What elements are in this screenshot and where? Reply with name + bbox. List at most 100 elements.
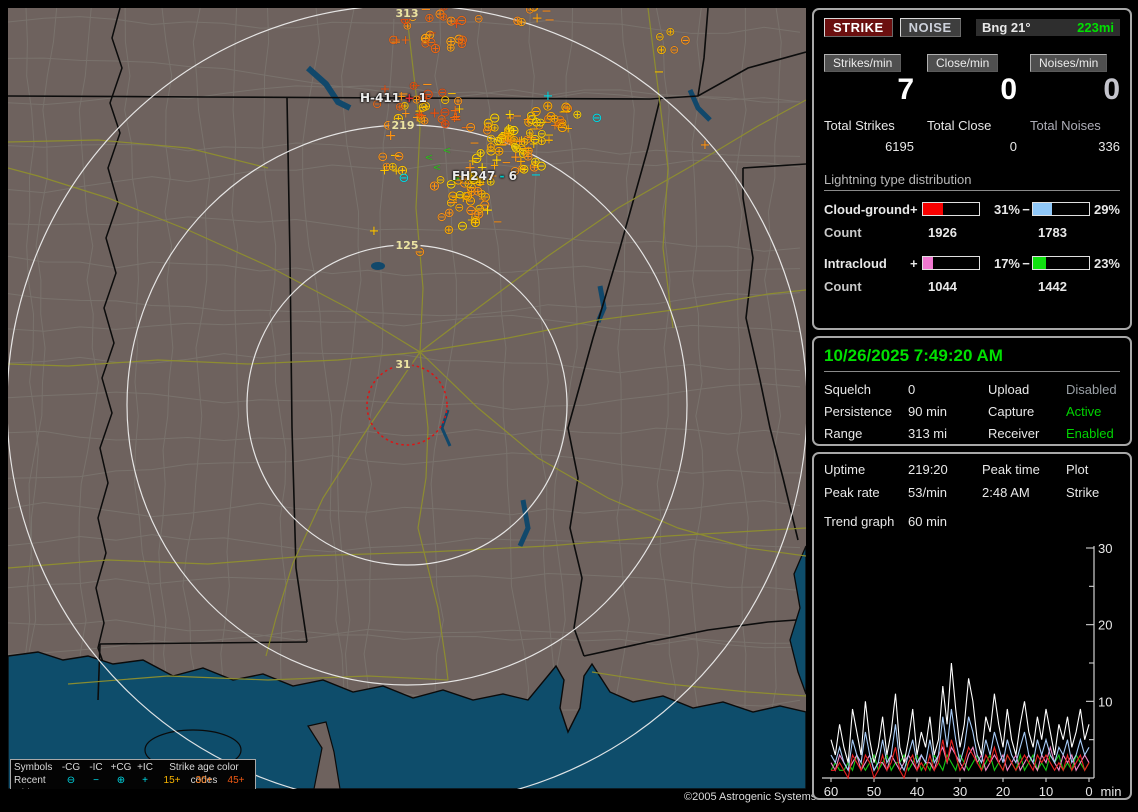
cg-strike-icon: ⊕	[439, 116, 451, 132]
receiver-label: Receiver	[988, 426, 1040, 441]
info-panel: Uptime 219:20 Peak time Plot Peak rate 5…	[812, 452, 1132, 800]
close-per-min-chip: Close/min	[927, 54, 999, 72]
noise-icon: <	[424, 152, 434, 164]
noises-per-min-value: 0	[1103, 73, 1120, 106]
cg-strike-icon: ⊖	[377, 149, 389, 165]
total-strikes-label: Total Strikes	[824, 117, 895, 133]
uptime-label: Uptime	[824, 462, 866, 477]
intracloud-label: Intracloud	[824, 255, 887, 271]
strikes-per-min-chip: Strikes/min	[824, 54, 902, 72]
rate-counters: Strikes/min 7 Total Strikes 6195 Close/m…	[824, 54, 1120, 154]
cg-strike-icon: ⊕	[429, 40, 442, 57]
cg-neg-bar	[1032, 202, 1090, 216]
peak-rate-label: Peak rate	[824, 485, 880, 500]
svg-text:60: 60	[824, 784, 838, 798]
ic-strike-icon: +	[391, 33, 402, 48]
ic-pos-recent-icon: +	[142, 775, 148, 786]
copyright-text: ©2005 Astrogenic Systems	[684, 791, 817, 803]
ic-neg-old-icon: −	[84, 787, 108, 789]
svg-text:10: 10	[1039, 784, 1053, 798]
lightning-map[interactable]: ⊕⊕⊖⊕⊖⊕⊕⊖⊕+⊕−⊕−⊖⊖+⊖⊕⊕⊖⊖⊕⊖⊕⊕⊕⊕−+−−⊖+⊖⊕⊕⊖⊕⊖…	[8, 8, 806, 789]
cg-pos-count: 1926	[928, 224, 957, 240]
stats-panel: STRIKE NOISE Bng 21° 223mi Strikes/min 7…	[812, 8, 1132, 330]
age-30: 30+	[195, 775, 213, 786]
nexstorm-window: ⊕⊕⊖⊕⊖⊕⊕⊖⊕+⊕−⊕−⊖⊖+⊖⊕⊕⊖⊖⊕⊖⊕⊕⊕⊕−+−−⊖+⊖⊕⊕⊖⊕⊖…	[0, 0, 1138, 812]
cg-strike-icon: ⊖	[535, 115, 546, 130]
ic-strike-icon: +	[450, 16, 463, 33]
ic-pos-pct: 17%	[993, 255, 1020, 271]
storm-tracker-label: FH247 - 6	[452, 169, 517, 183]
cg-strike-icon: ⊖	[536, 126, 547, 141]
noise-icon: <	[432, 162, 442, 174]
ic-pos-count: 1044	[928, 278, 957, 294]
cg-strike-icon: ⊖	[465, 119, 477, 136]
status-grid: Squelch 0 Upload Disabled Persistence 90…	[824, 382, 1120, 441]
cg-count-label: Count	[824, 224, 862, 240]
cg-neg-recent-icon: ⊖	[66, 775, 76, 786]
age-60: 60+	[156, 787, 188, 789]
ic-strike-icon: −	[420, 8, 432, 18]
cg-strike-icon: ⊕	[510, 139, 520, 154]
total-strikes-value: 6195	[885, 138, 914, 154]
ic-neg-sign: −	[1022, 255, 1030, 271]
receiver-value: Enabled	[1066, 426, 1114, 441]
cg-pos-sign: +	[910, 201, 918, 217]
age-90: 90+	[220, 787, 252, 789]
intracloud-row: Intracloud + 17% − 23%	[824, 256, 1120, 271]
symbol-legend: Symbols -CG -IC +CG +IC Strike age color…	[10, 759, 256, 789]
ic-neg-pct: 23%	[1093, 255, 1120, 271]
close-alarm-ring	[366, 364, 448, 446]
ic-pos-sign: +	[910, 255, 918, 271]
cg-pos-old-icon: ⊕	[108, 787, 134, 789]
ic-strike-icon: +	[699, 137, 711, 153]
cloud-ground-count-row: Count 1926 1783	[824, 225, 1120, 240]
svg-text:min: min	[1101, 784, 1122, 798]
squelch-label: Squelch	[824, 382, 871, 397]
trend-graph-label: Trend graph	[824, 514, 895, 529]
cg-strike-icon: ⊕	[452, 92, 464, 108]
age-45: 45+	[227, 775, 245, 786]
legend-recent-label: Recent	[14, 775, 46, 786]
cg-strike-icon: ⊖	[482, 115, 494, 132]
noise-mode-button[interactable]: NOISE	[899, 18, 961, 37]
legend-old-row: Old ⊖ − ⊕ + 60+ 75+ 90+	[14, 787, 252, 789]
total-noises-value: 336	[1098, 138, 1120, 154]
capture-label: Capture	[988, 404, 1035, 419]
cg-strike-icon: ⊕	[665, 24, 676, 39]
uptime-value: 219:20	[908, 462, 948, 477]
cg-strike-icon: ⊖	[591, 110, 603, 126]
ic-strike-icon: −	[492, 214, 503, 229]
bearing-label: Bng 21°	[982, 20, 1031, 35]
total-noises-label: Total Noises	[1030, 117, 1101, 133]
strike-mode-button[interactable]: STRIKE	[824, 18, 893, 37]
total-close-value: 0	[1009, 138, 1017, 154]
mode-header-row: STRIKE NOISE Bng 21° 223mi	[824, 18, 1120, 37]
bearing-readout: Bng 21° 223mi	[976, 19, 1120, 36]
ic-pos-bar	[922, 256, 980, 270]
ic-strike-icon: −	[530, 167, 542, 183]
distribution-title: Lightning type distribution	[824, 172, 1120, 191]
cg-pos-recent-icon: ⊕	[116, 775, 126, 786]
ic-strike-icon: +	[368, 223, 380, 239]
plot-value: Strike	[1066, 485, 1100, 500]
ic-strike-icon: +	[400, 32, 411, 48]
svg-text:50: 50	[867, 784, 881, 798]
ic-neg-bar	[1032, 256, 1090, 270]
cloud-ground-label: Cloud-ground	[824, 201, 910, 217]
range-value: 313 mi	[908, 426, 948, 441]
upload-label: Upload	[988, 382, 1030, 397]
legend-header-row: Symbols -CG -IC +CG +IC Strike age color…	[14, 761, 252, 786]
cg-strike-icon: ⊖	[679, 33, 692, 49]
cg-pos-bar	[922, 202, 980, 216]
persistence-value: 90 min	[908, 404, 948, 419]
peak-rate-value: 53/min	[908, 485, 948, 500]
svg-text:20: 20	[1098, 618, 1112, 633]
svg-text:40: 40	[910, 784, 924, 798]
cg-strike-icon: ⊕	[475, 146, 486, 161]
cg-strike-icon: ⊖	[528, 8, 539, 15]
close-column: Close/min 0 Total Close 0	[927, 54, 1017, 154]
close-per-min-value: 0	[1000, 73, 1017, 106]
ic-neg-recent-icon: −	[93, 775, 99, 786]
peak-time-label: Peak time	[982, 462, 1040, 477]
ic-strike-icon: −	[544, 12, 556, 28]
